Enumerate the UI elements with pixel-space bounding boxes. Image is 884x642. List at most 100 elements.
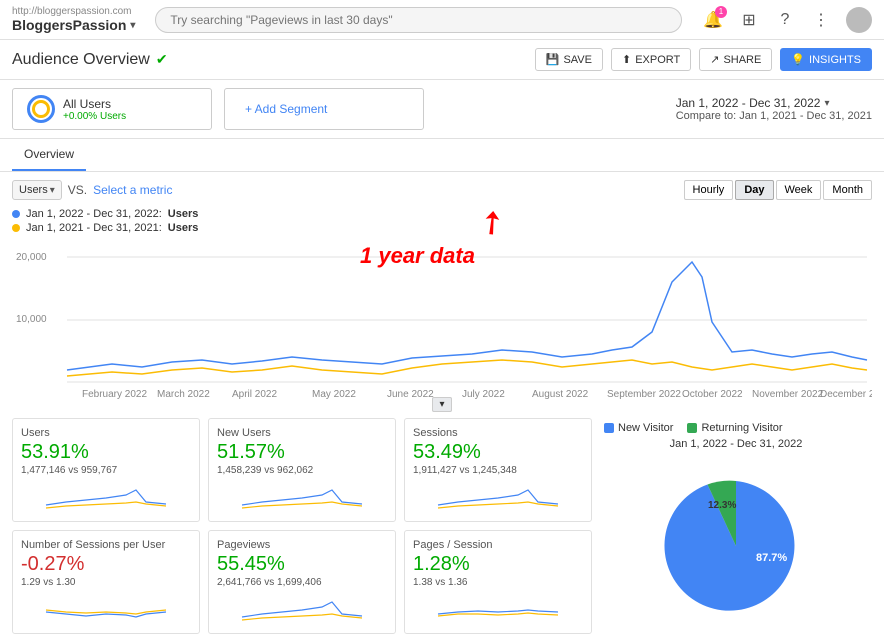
stat-detail-sessions: 1,911,427 vs 1,245,348	[413, 465, 583, 476]
y-label-high: 20,000	[16, 252, 47, 263]
notif-badge: 1	[715, 6, 727, 18]
verified-icon: ✔	[156, 51, 168, 68]
stat-value-sessions-per-user: -0.27%	[21, 553, 191, 576]
stat-label-sessions: Sessions	[413, 427, 583, 439]
mini-chart-new-users	[217, 480, 387, 510]
stat-value-pages-per-session: 1.28%	[413, 553, 583, 576]
pie-label-new: 87.7%	[756, 552, 787, 564]
new-visitor-dot	[604, 423, 614, 433]
stat-card-users: Users 53.91% 1,477,146 vs 959,767	[12, 418, 200, 522]
stat-detail-pageviews: 2,641,766 vs 1,699,406	[217, 577, 387, 588]
time-btn-day[interactable]: Day	[735, 180, 773, 200]
mini-chart-users	[21, 480, 191, 510]
legend-blue-dot	[12, 210, 20, 218]
chart-controls: Users ▾ VS. Select a metric Hourly Day W…	[0, 172, 884, 204]
mini-chart-pageviews	[217, 592, 387, 622]
save-icon: 💾	[546, 53, 560, 66]
time-buttons: Hourly Day Week Month	[684, 180, 872, 200]
stat-card-pageviews: Pageviews 55.45% 2,641,766 vs 1,699,406	[208, 530, 396, 634]
stat-detail-new-users: 1,458,239 vs 962,062	[217, 465, 387, 476]
time-btn-hourly[interactable]: Hourly	[684, 180, 734, 200]
insights-icon: 💡	[791, 53, 805, 66]
more-icon[interactable]: ⋮	[810, 9, 832, 31]
brand-block: http://bloggerspassion.com BloggersPassi…	[12, 6, 135, 33]
export-icon: ⬆	[622, 53, 631, 66]
pie-legend: New Visitor Returning Visitor	[604, 422, 868, 434]
legend-item-2021: Jan 1, 2021 - Dec 31, 2021: Users	[12, 222, 872, 234]
x-label-oct: October 2022	[682, 389, 743, 400]
stat-detail-pages-per-session: 1.38 vs 1.36	[413, 577, 583, 588]
vs-label: VS.	[68, 183, 87, 197]
stat-value-users: 53.91%	[21, 441, 191, 464]
chart-legend: Jan 1, 2022 - Dec 31, 2022: Users Jan 1,…	[0, 204, 884, 238]
page-title: Audience Overview	[12, 51, 150, 69]
stat-detail-users: 1,477,146 vs 959,767	[21, 465, 191, 476]
main-chart-svg: 20,000 10,000 February 2022 March 2022 A…	[12, 242, 872, 402]
x-label-jun: June 2022	[387, 389, 434, 400]
export-button[interactable]: ⬆ EXPORT	[611, 48, 691, 71]
overview-tab-bar: Overview	[0, 139, 884, 172]
grid-icon[interactable]: ⊞	[738, 9, 760, 31]
save-button[interactable]: 💾 SAVE	[535, 48, 603, 71]
blue-line-2022	[67, 262, 867, 370]
stat-label-new-users: New Users	[217, 427, 387, 439]
x-label-sep: September 2022	[607, 389, 681, 400]
metric-chevron: ▾	[50, 185, 55, 196]
stats-grid: Users 53.91% 1,477,146 vs 959,767 New Us…	[12, 418, 592, 634]
segment-info: All Users +0.00% Users	[63, 97, 126, 122]
help-icon[interactable]: ?	[774, 9, 796, 31]
stat-card-pages-per-session: Pages / Session 1.28% 1.38 vs 1.36	[404, 530, 592, 634]
metric-select[interactable]: Users ▾	[12, 180, 62, 200]
site-url: http://bloggerspassion.com	[12, 6, 135, 17]
stat-label-users: Users	[21, 427, 191, 439]
segment-change: +0.00% Users	[63, 111, 126, 122]
all-users-segment: All Users +0.00% Users	[12, 88, 212, 130]
add-segment-button[interactable]: + Add Segment	[224, 88, 424, 130]
top-nav: http://bloggerspassion.com BloggersPassi…	[0, 0, 884, 40]
expand-icon[interactable]: ▾	[432, 397, 451, 412]
orange-line-2021	[67, 360, 867, 376]
x-label-aug: August 2022	[532, 389, 589, 400]
avatar[interactable]	[846, 7, 872, 33]
stat-label-pageviews: Pageviews	[217, 539, 387, 551]
stat-label-pages-per-session: Pages / Session	[413, 539, 583, 551]
pie-legend-new: New Visitor	[604, 422, 673, 434]
x-label-may: May 2022	[312, 389, 356, 400]
segment-row: All Users +0.00% Users + Add Segment Jan…	[0, 80, 884, 139]
chart-controls-left: Users ▾ VS. Select a metric	[12, 180, 172, 200]
stat-card-sessions-per-user: Number of Sessions per User -0.27% 1.29 …	[12, 530, 200, 634]
date-range-block: Jan 1, 2022 - Dec 31, 2022 ▾ Compare to:…	[676, 96, 872, 122]
x-label-dec: December 2022	[820, 389, 872, 400]
x-label-jul: July 2022	[462, 389, 505, 400]
stat-card-new-users: New Users 51.57% 1,458,239 vs 962,062	[208, 418, 396, 522]
returning-visitor-dot	[687, 423, 697, 433]
x-label-apr: April 2022	[232, 389, 277, 400]
time-btn-month[interactable]: Month	[823, 180, 872, 200]
pie-date: Jan 1, 2022 - Dec 31, 2022	[604, 438, 868, 450]
y-label-mid: 10,000	[16, 314, 47, 325]
mini-chart-sessions-per-user	[21, 592, 191, 622]
stat-value-new-users: 51.57%	[217, 441, 387, 464]
page-title-block: Audience Overview ✔	[12, 51, 168, 69]
x-label-mar: March 2022	[157, 389, 210, 400]
pie-legend-returning: Returning Visitor	[687, 422, 782, 434]
mini-chart-sessions	[413, 480, 583, 510]
date-main[interactable]: Jan 1, 2022 - Dec 31, 2022 ▾	[676, 96, 872, 110]
brand-chevron[interactable]: ▾	[130, 20, 135, 31]
select-metric-link[interactable]: Select a metric	[93, 183, 172, 197]
insights-button[interactable]: 💡 INSIGHTS	[780, 48, 872, 71]
date-chevron: ▾	[824, 98, 829, 109]
tab-overview[interactable]: Overview	[12, 139, 86, 171]
legend-orange-dot	[12, 224, 20, 232]
segment-left: All Users +0.00% Users + Add Segment	[12, 88, 424, 130]
stat-value-sessions: 53.49%	[413, 441, 583, 464]
segment-label: All Users	[63, 97, 126, 111]
time-btn-week[interactable]: Week	[776, 180, 822, 200]
pie-chart-svg: 87.7% 12.3%	[636, 456, 836, 616]
share-button[interactable]: ↗ SHARE	[699, 48, 772, 71]
legend-item-2022: Jan 1, 2022 - Dec 31, 2022: Users	[12, 208, 872, 220]
share-icon: ↗	[710, 53, 719, 66]
notification-icon[interactable]: 🔔 1	[702, 9, 724, 31]
segment-icon	[27, 95, 55, 123]
search-input[interactable]	[155, 7, 682, 33]
